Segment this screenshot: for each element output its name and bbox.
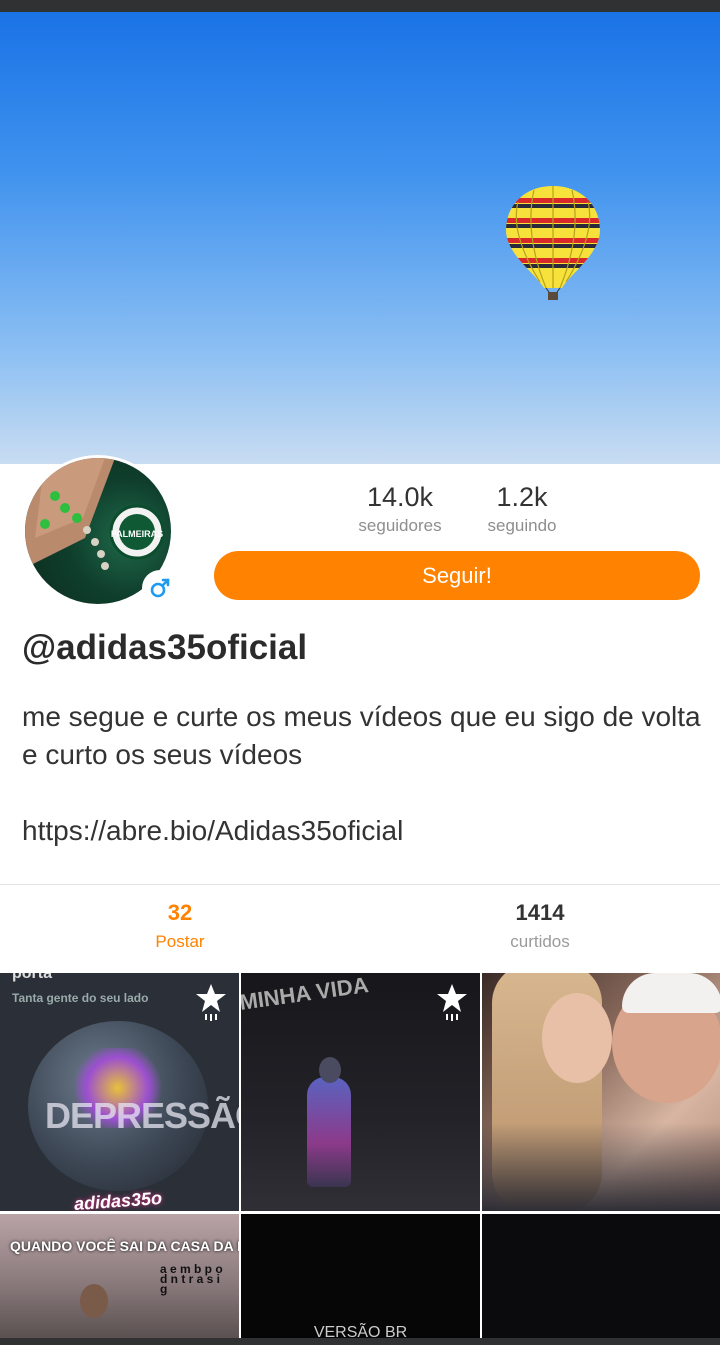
scattered-letters: a e m b p o d n t r a s i g <box>160 1262 223 1296</box>
followers-stat[interactable]: 14.0k seguidores <box>340 480 460 538</box>
post-thumbnail[interactable] <box>482 973 720 1211</box>
tab-liked[interactable]: 1414 curtidos <box>360 898 720 956</box>
followers-label: seguidores <box>358 516 442 535</box>
bio-link[interactable]: https://abre.bio/Adidas35oficial <box>22 812 702 850</box>
star-badge-icon <box>437 984 467 1021</box>
liked-count: 1414 <box>515 900 565 925</box>
post-thumbnail[interactable]: porta Tanta gente do seu lado DEPRESSÃO … <box>0 973 239 1211</box>
cover-image <box>0 12 720 464</box>
post-overlay-title: QUANDO VOCÊ SAI DA CASA DA MÃE <box>10 1238 239 1254</box>
navigation-bar <box>0 1338 720 1345</box>
post-overlay-title: porta <box>12 973 52 982</box>
liked-label: curtidos <box>510 932 570 951</box>
male-icon <box>142 570 178 606</box>
following-count: 1.2k <box>496 482 548 512</box>
post-overlay-big-text: DEPRESSÃO <box>45 1095 239 1136</box>
bio-text: me segue e curte os meus vídeos que eu s… <box>22 701 701 770</box>
post-overlay-subtitle: Tanta gente do seu lado <box>12 991 149 1005</box>
avatar-crest-text: PALMEIRAS <box>111 529 163 539</box>
star-badge-icon <box>196 984 226 1021</box>
post-overlay-caption: VERSÃO BR <box>313 1324 408 1339</box>
divider <box>0 884 720 885</box>
post-thumbnail[interactable]: MINHA VIDA <box>241 973 480 1211</box>
post-thumbnail[interactable]: VERSÃO BR <box>241 1214 480 1339</box>
follow-button[interactable]: Seguir! <box>214 551 700 600</box>
bio: me segue e curte os meus vídeos que eu s… <box>22 698 702 850</box>
post-thumbnail[interactable]: QUANDO VOCÊ SAI DA CASA DA MÃE a e m b p… <box>0 1214 239 1339</box>
followers-count: 14.0k <box>366 482 434 512</box>
hot-air-balloon-image <box>506 186 600 300</box>
username: @adidas35oficial <box>22 628 308 667</box>
posts-label: Postar <box>155 932 205 951</box>
post-thumbnail[interactable] <box>482 1214 720 1339</box>
status-bar <box>0 0 720 12</box>
following-label: seguindo <box>487 516 557 535</box>
posts-count: 32 <box>167 900 193 925</box>
following-stat[interactable]: 1.2k seguindo <box>466 480 578 538</box>
posts-grid: porta Tanta gente do seu lado DEPRESSÃO … <box>0 973 720 1339</box>
post-overlay-title: MINHA VIDA <box>241 973 371 1015</box>
post-overlay-watermark: adidas35o <box>73 1187 163 1211</box>
tab-posts[interactable]: 32 Postar <box>0 898 360 956</box>
